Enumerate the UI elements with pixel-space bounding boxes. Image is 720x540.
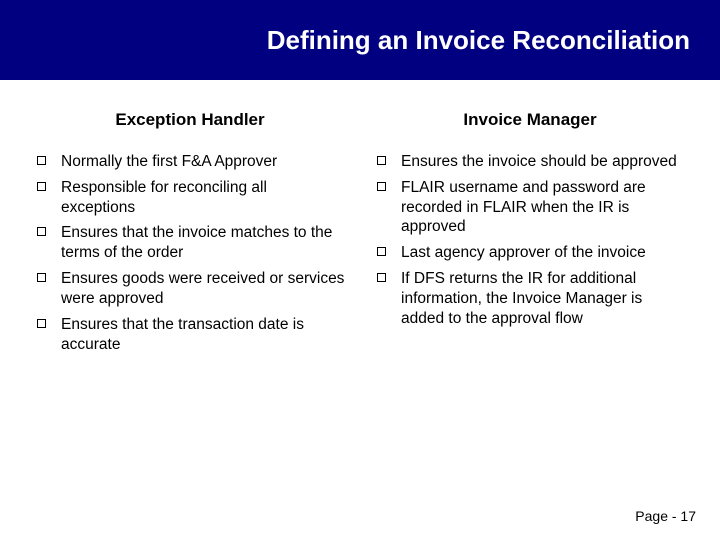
page-number: Page - 17 [635, 508, 696, 524]
slide: Defining an Invoice Reconciliation Excep… [0, 0, 720, 540]
list-item: Last agency approver of the invoice [375, 243, 685, 263]
list-item: Responsible for reconciling all exceptio… [35, 178, 345, 218]
list-item-text: FLAIR username and password are recorded… [401, 179, 646, 236]
list-item-text: Ensures that the invoice matches to the … [61, 224, 332, 261]
right-heading: Invoice Manager [375, 110, 685, 130]
list-item-text: Normally the first F&A Approver [61, 153, 277, 170]
content-area: Exception Handler Normally the first F&A… [0, 80, 720, 360]
right-list: Ensures the invoice should be approved F… [375, 152, 685, 329]
list-item-text: Ensures goods were received or services … [61, 270, 344, 307]
list-item-text: Ensures that the transaction date is acc… [61, 316, 304, 353]
list-item: If DFS returns the IR for additional inf… [375, 269, 685, 328]
slide-title: Defining an Invoice Reconciliation [267, 25, 690, 56]
left-list: Normally the first F&A Approver Responsi… [35, 152, 345, 354]
bullet-square-icon [377, 182, 386, 191]
left-column: Exception Handler Normally the first F&A… [20, 110, 360, 360]
list-item: Ensures that the invoice matches to the … [35, 223, 345, 263]
bullet-square-icon [37, 273, 46, 282]
bullet-square-icon [377, 156, 386, 165]
bullet-square-icon [377, 247, 386, 256]
bullet-square-icon [37, 156, 46, 165]
right-column: Invoice Manager Ensures the invoice shou… [360, 110, 700, 360]
list-item-text: Ensures the invoice should be approved [401, 153, 677, 170]
bullet-square-icon [37, 319, 46, 328]
bullet-square-icon [377, 273, 386, 282]
list-item: Ensures the invoice should be approved [375, 152, 685, 172]
list-item: Normally the first F&A Approver [35, 152, 345, 172]
left-heading: Exception Handler [35, 110, 345, 130]
list-item: FLAIR username and password are recorded… [375, 178, 685, 237]
title-bar: Defining an Invoice Reconciliation [0, 0, 720, 80]
bullet-square-icon [37, 182, 46, 191]
list-item: Ensures goods were received or services … [35, 269, 345, 309]
bullet-square-icon [37, 227, 46, 236]
list-item-text: Last agency approver of the invoice [401, 244, 646, 261]
list-item-text: Responsible for reconciling all exceptio… [61, 179, 267, 216]
list-item: Ensures that the transaction date is acc… [35, 315, 345, 355]
list-item-text: If DFS returns the IR for additional inf… [401, 270, 642, 327]
